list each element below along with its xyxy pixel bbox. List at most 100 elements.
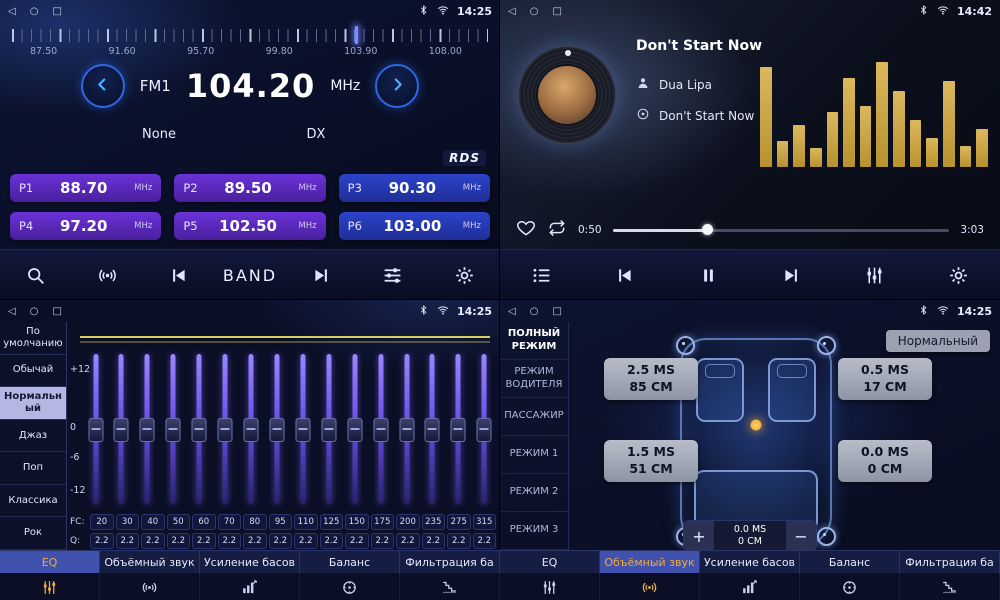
audio-mixer-button[interactable] [357, 250, 428, 300]
preset-button-p3[interactable]: P390.30MHz [339, 174, 490, 202]
equalizer-button[interactable] [833, 250, 916, 300]
eq-band-slider[interactable] [140, 418, 155, 442]
next-station-button[interactable] [286, 250, 357, 300]
eq-preset-item-6[interactable]: Рок [0, 517, 66, 550]
tab-balance[interactable]: Баланс [800, 551, 900, 573]
previous-station-button[interactable] [143, 250, 214, 300]
tab-filter[interactable]: Фильтрация ба [900, 551, 1000, 573]
eq-band-slider[interactable] [218, 418, 233, 442]
frequency-scale[interactable]: 87.50 91.60 95.70 99.80 103.90 108.00 [0, 26, 500, 62]
settings-gear-button[interactable] [429, 250, 500, 300]
eq-band-slider[interactable] [373, 418, 388, 442]
surround-mode-1[interactable]: РЕЖИМ ВОДИТЕЛЯ [500, 360, 568, 398]
decrease-delay-button[interactable]: − [786, 521, 816, 551]
eq-band-slider[interactable] [425, 418, 440, 442]
nav-home-icon[interactable]: ○ [30, 306, 39, 317]
nav-home-icon[interactable]: ○ [530, 306, 539, 317]
balance-icon[interactable] [800, 573, 900, 600]
eq-band-slider[interactable] [321, 418, 336, 442]
favorite-heart-icon[interactable] [516, 218, 536, 242]
eq-preset-item-0[interactable]: По умолчанию [0, 322, 66, 355]
eq-band-slider[interactable] [347, 418, 362, 442]
speaker-front-left-icon[interactable] [676, 336, 695, 355]
tab-surround-sound[interactable]: Объёмный звук [600, 551, 700, 573]
nav-home-icon[interactable]: ○ [530, 6, 539, 17]
settings-gear-button[interactable] [917, 250, 1000, 300]
repeat-icon[interactable] [547, 218, 567, 242]
tab-filter[interactable]: Фильтрация ба [400, 551, 500, 573]
eq-band-slider[interactable] [269, 418, 284, 442]
nav-home-icon[interactable]: ○ [30, 6, 39, 17]
nav-recents-icon[interactable]: □ [552, 306, 561, 317]
balance-icon[interactable] [300, 573, 400, 600]
eq-band-slider[interactable] [295, 418, 310, 442]
delay-rear-right-button[interactable]: 0.0 MS 0 CM [838, 440, 932, 482]
eq-band-slider[interactable] [166, 418, 181, 442]
broadcast-scan-button[interactable] [71, 250, 142, 300]
preset-button-p4[interactable]: P497.20MHz [10, 212, 161, 240]
eq-band-slider[interactable] [244, 418, 259, 442]
eq-preset-item-3[interactable]: Джаз [0, 420, 66, 453]
preset-button-p2[interactable]: P289.50MHz [174, 174, 325, 202]
surround-mode-2[interactable]: ПАССАЖИР [500, 398, 568, 436]
eq-sliders-icon[interactable] [500, 573, 600, 600]
delay-front-right-button[interactable]: 0.5 MS 17 CM [838, 358, 932, 400]
tab-surround-sound[interactable]: Объёмный звук [100, 551, 200, 573]
filter-icon[interactable] [900, 573, 1000, 600]
nav-back-icon[interactable]: ◁ [508, 6, 516, 17]
nav-recents-icon[interactable]: □ [52, 6, 61, 17]
sound-profile-button[interactable]: Нормальный [886, 330, 990, 352]
preset-button-p5[interactable]: P5102.50MHz [174, 212, 325, 240]
playlist-button[interactable] [500, 250, 583, 300]
tab-eq[interactable]: EQ [0, 551, 100, 573]
previous-track-button[interactable] [583, 250, 666, 300]
tune-up-button[interactable] [375, 64, 419, 108]
eq-band-slider[interactable] [399, 418, 414, 442]
nav-recents-icon[interactable]: □ [52, 306, 61, 317]
delay-front-left-button[interactable]: 2.5 MS 85 CM [604, 358, 698, 400]
tab-eq[interactable]: EQ [500, 551, 600, 573]
speaker-rear-right-icon[interactable] [817, 527, 836, 546]
progress-knob[interactable] [702, 224, 713, 235]
tune-down-button[interactable] [81, 64, 125, 108]
tab-bass-boost[interactable]: Усиление басов [700, 551, 800, 573]
eq-preset-item-1[interactable]: Обычай [0, 355, 66, 388]
nav-back-icon[interactable]: ◁ [508, 306, 516, 317]
search-button[interactable] [0, 250, 71, 300]
bass-boost-icon[interactable] [200, 573, 300, 600]
next-track-button[interactable] [750, 250, 833, 300]
pause-button[interactable] [667, 250, 750, 300]
surround-mode-0[interactable]: ПОЛНЫЙ РЕЖИМ [500, 322, 568, 360]
eq-band-slider[interactable] [477, 418, 492, 442]
band-button[interactable]: BAND [214, 250, 285, 300]
album-art[interactable] [518, 46, 616, 144]
delay-rear-left-button[interactable]: 1.5 MS 51 CM [604, 440, 698, 482]
frequency-pointer[interactable] [355, 26, 358, 44]
nav-recents-icon[interactable]: □ [552, 6, 561, 17]
dx-mode-label[interactable]: DX [290, 127, 342, 142]
speaker-front-right-icon[interactable] [817, 336, 836, 355]
surround-sound-icon[interactable] [600, 573, 700, 600]
tab-bass-boost[interactable]: Усиление басов [200, 551, 300, 573]
eq-band-slider[interactable] [114, 418, 129, 442]
eq-preset-item-4[interactable]: Поп [0, 452, 66, 485]
preset-button-p6[interactable]: P6103.00MHz [339, 212, 490, 240]
eq-preset-item-2[interactable]: Нормальный [0, 387, 66, 420]
listening-position-dot[interactable] [751, 420, 762, 431]
surround-mode-5[interactable]: РЕЖИМ 3 [500, 512, 568, 550]
nav-back-icon[interactable]: ◁ [8, 6, 16, 17]
filter-icon[interactable] [400, 573, 500, 600]
tab-balance[interactable]: Баланс [300, 551, 400, 573]
eq-band-slider[interactable] [88, 418, 103, 442]
nav-back-icon[interactable]: ◁ [8, 306, 16, 317]
progress-slider[interactable] [613, 229, 950, 232]
bass-boost-icon[interactable] [700, 573, 800, 600]
eq-band-slider[interactable] [451, 418, 466, 442]
eq-sliders-icon[interactable] [0, 573, 100, 600]
eq-band-slider[interactable] [192, 418, 207, 442]
surround-mode-3[interactable]: РЕЖИМ 1 [500, 436, 568, 474]
preset-button-p1[interactable]: P188.70MHz [10, 174, 161, 202]
increase-delay-button[interactable]: + [684, 521, 714, 551]
eq-preset-item-5[interactable]: Классика [0, 485, 66, 518]
surround-sound-icon[interactable] [100, 573, 200, 600]
